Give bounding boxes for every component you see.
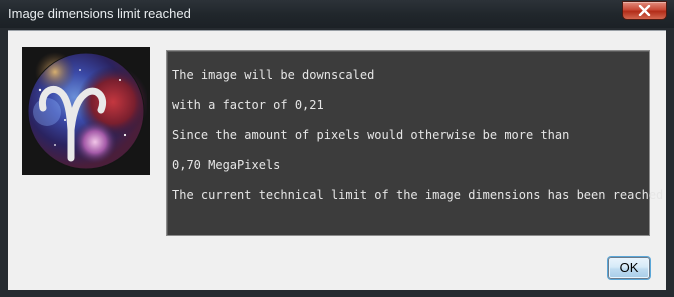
title-bar[interactable]: Image dimensions limit reached xyxy=(0,0,674,28)
message-line: The current technical limit of the image… xyxy=(172,188,664,202)
window-title: Image dimensions limit reached xyxy=(8,6,191,21)
app-logo xyxy=(22,47,150,175)
message-line: The image will be downscaled xyxy=(172,68,375,82)
close-button[interactable] xyxy=(622,1,667,20)
aries-nebula-logo-icon xyxy=(27,52,147,170)
ok-button[interactable]: OK xyxy=(608,257,650,279)
close-icon xyxy=(638,5,651,16)
dialog-window: Image dimensions limit reached The image… xyxy=(0,0,674,297)
message-line: with a factor of 0,21 xyxy=(172,98,324,112)
message-area: The image will be downscaled with a fact… xyxy=(166,50,663,236)
message-line: 0,70 MegaPixels xyxy=(172,158,281,172)
dialog-body: The image will be downscaled with a fact… xyxy=(8,30,666,290)
message-line: Since the amount of pixels would otherwi… xyxy=(172,128,570,142)
